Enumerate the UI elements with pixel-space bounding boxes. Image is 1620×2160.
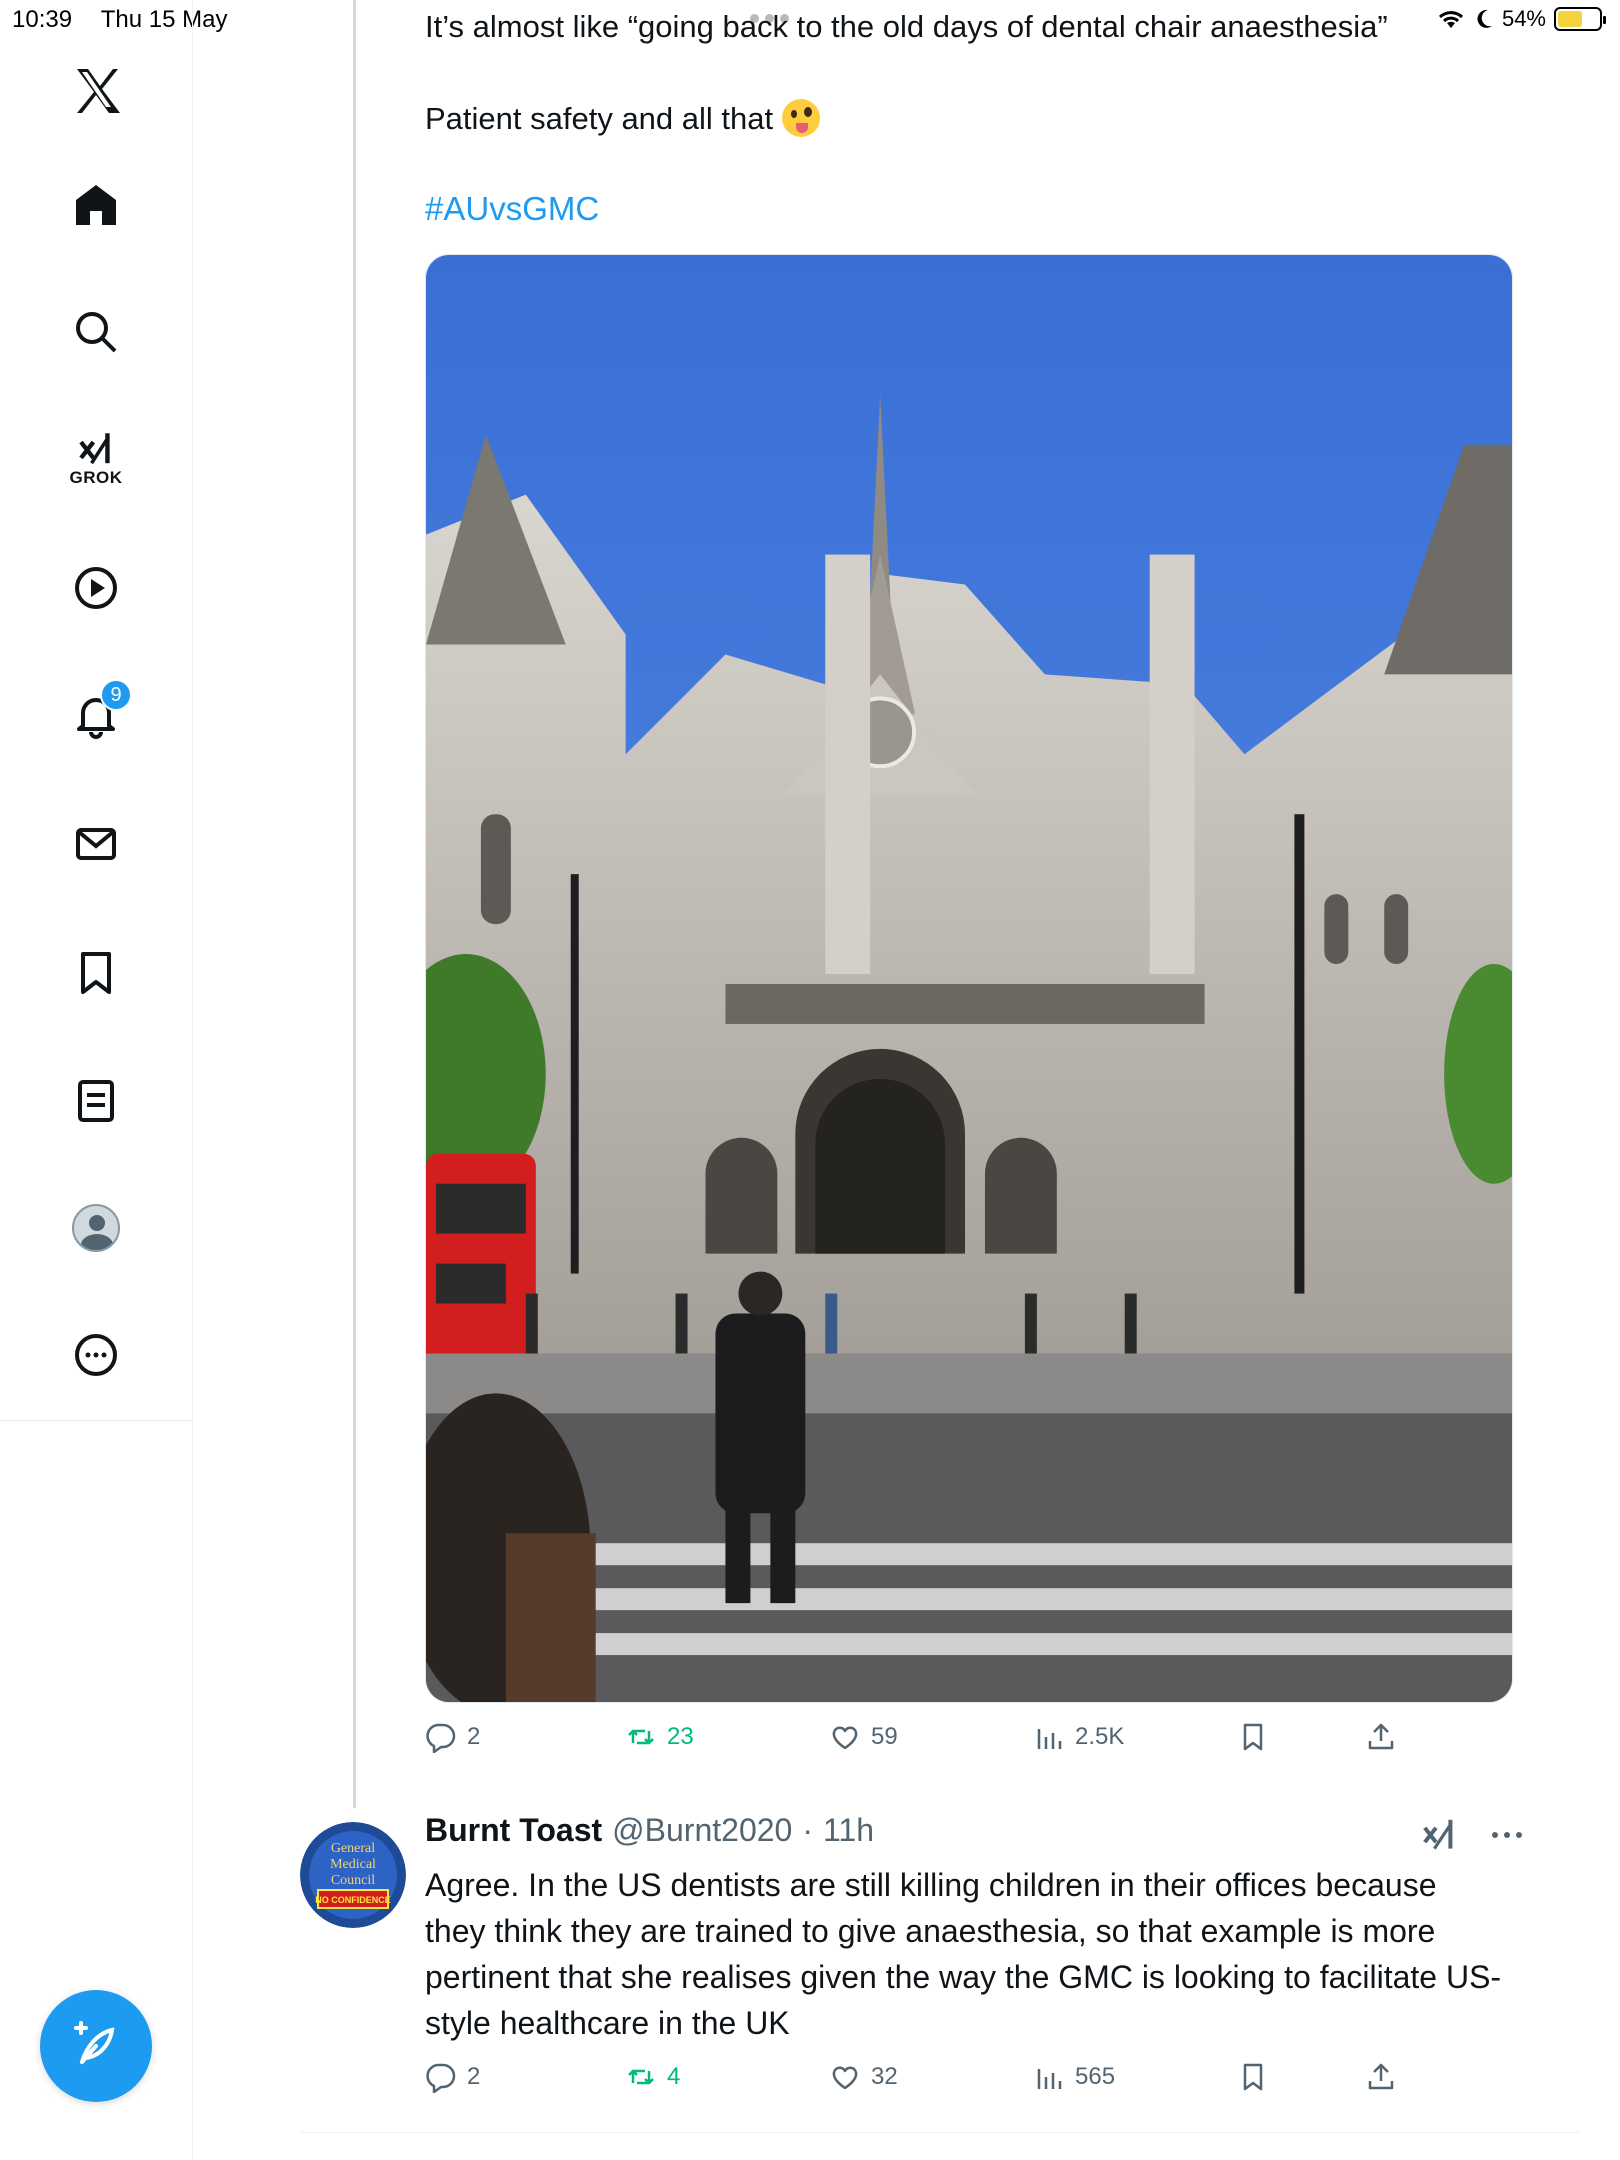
share-icon [1368, 1723, 1394, 1750]
repost-icon [628, 1729, 654, 1745]
nav-search[interactable] [56, 292, 136, 372]
repost-button[interactable]: 23 [625, 1721, 694, 1753]
avatar-text-1: General [331, 1841, 375, 1856]
wifi-icon [1438, 11, 1463, 28]
reply-share-button[interactable] [1365, 2061, 1397, 2093]
reply-header: Burnt Toast @Burnt2020 · 11h [425, 1812, 874, 1849]
reply-views-count: 565 [1075, 2063, 1116, 2090]
nav-more[interactable] [56, 1315, 136, 1395]
reply-action-bar: 2 4 32 565 [425, 2061, 1425, 2105]
avatar-text-2: Medical [330, 1857, 376, 1872]
reply-count: 2 [467, 1723, 481, 1750]
tweet-text-line1: It’s almost like “going back to the old … [425, 9, 1388, 44]
like-count: 59 [871, 1723, 898, 1750]
bookmark-icon [1243, 2063, 1263, 2091]
reply-avatar[interactable]: General Medical Council NO CONFIDENCE [300, 1822, 406, 1928]
reply-author-handle[interactable]: @Burnt2020 [612, 1812, 792, 1849]
battery-percent: 54% [1501, 6, 1546, 31]
repost-count: 23 [667, 1723, 694, 1750]
compose-button[interactable] [40, 1990, 152, 2102]
nav-lists[interactable] [56, 1061, 136, 1141]
grok-icon[interactable] [1420, 1815, 1460, 1855]
tweet-text-line2: Patient safety and all that [425, 96, 820, 142]
status-bar-right: 54% [1436, 6, 1606, 32]
nav-video[interactable] [56, 548, 136, 628]
nav-profile[interactable] [56, 1188, 136, 1268]
heart-icon [832, 2066, 858, 2090]
notification-badge: 9 [100, 679, 132, 711]
reply-repost-count: 4 [667, 2063, 681, 2090]
battery-fill [1558, 11, 1582, 27]
reply-timestamp[interactable]: 11h [823, 1812, 874, 1849]
share-button[interactable] [1365, 1721, 1397, 1753]
reply-icon [426, 2063, 456, 2093]
tweet-text-line2-text: Patient safety and all that [425, 101, 774, 136]
hashtag-link[interactable]: #AUvsGMC [425, 190, 599, 228]
zany-face-emoji-icon [781, 99, 820, 137]
reply-reply-count: 2 [467, 2063, 481, 2090]
reply-separator: · [802, 1812, 813, 1848]
gmc-no-confidence-logo: General Medical Council NO CONFIDENCE [300, 1822, 406, 1928]
grok-label: GROK [69, 468, 123, 487]
more-horizontal-icon[interactable] [1490, 1830, 1524, 1840]
reply-author-name[interactable]: Burnt Toast [425, 1812, 602, 1849]
compose-feather-icon [74, 2021, 115, 2064]
reply-icon [426, 1723, 456, 1753]
battery-icon [1554, 7, 1606, 31]
reply-views-button[interactable]: 565 [1033, 2061, 1115, 2093]
reply-bookmark-button[interactable] [1237, 2061, 1269, 2093]
nav-bookmarks[interactable] [56, 933, 136, 1013]
moon-icon [1477, 9, 1492, 28]
more-icon [75, 1334, 117, 1376]
bookmark-icon [81, 952, 111, 994]
profile-icon [72, 1204, 120, 1252]
nav-notifications[interactable]: 9 [56, 675, 136, 755]
video-icon [75, 567, 117, 609]
reply-text: Agree. In the US dentists are still kill… [425, 1867, 1502, 2041]
bookmark-button[interactable] [1237, 1721, 1269, 1753]
x-logo-icon[interactable] [56, 50, 136, 130]
mail-icon [76, 828, 116, 860]
bookmark-icon [1243, 1723, 1263, 1751]
views-button[interactable]: 2.5K [1033, 1721, 1124, 1753]
reply-repost-button[interactable]: 4 [625, 2061, 680, 2093]
avatar-badge-text: NO CONFIDENCE [315, 1895, 391, 1905]
share-icon [1368, 2063, 1394, 2090]
home-icon [76, 185, 116, 225]
avatar-text-3: Council [331, 1873, 375, 1888]
like-button[interactable]: 59 [829, 1721, 898, 1753]
repost-icon [628, 2069, 654, 2085]
reply-reply-button[interactable]: 2 [425, 2061, 480, 2093]
grok-icon [79, 433, 110, 465]
reply-button[interactable]: 2 [425, 1721, 480, 1753]
thread-connector-line [353, 0, 356, 1808]
reply-header-icons [1420, 1815, 1524, 1855]
nav-home[interactable] [56, 165, 136, 245]
reply-divider [300, 2132, 1580, 2133]
nav-grok[interactable]: GROK [56, 418, 136, 498]
sidebar: GROK 9 [0, 0, 193, 2160]
royal-courts-of-justice-photo [426, 255, 1512, 1702]
reply-like-count: 32 [871, 2063, 898, 2090]
views-icon [1037, 1729, 1062, 1749]
heart-icon [832, 1726, 858, 1750]
tweet-photo[interactable] [425, 254, 1513, 1703]
views-count: 2.5K [1075, 1723, 1125, 1750]
list-icon [78, 1080, 114, 1122]
tweet-action-bar: 2 23 59 2.5K [425, 1721, 1425, 1765]
nav-messages[interactable] [56, 804, 136, 884]
reply-like-button[interactable]: 32 [829, 2061, 898, 2093]
views-icon [1037, 2069, 1062, 2089]
search-icon [76, 312, 117, 353]
sidebar-divider [0, 1420, 193, 1421]
